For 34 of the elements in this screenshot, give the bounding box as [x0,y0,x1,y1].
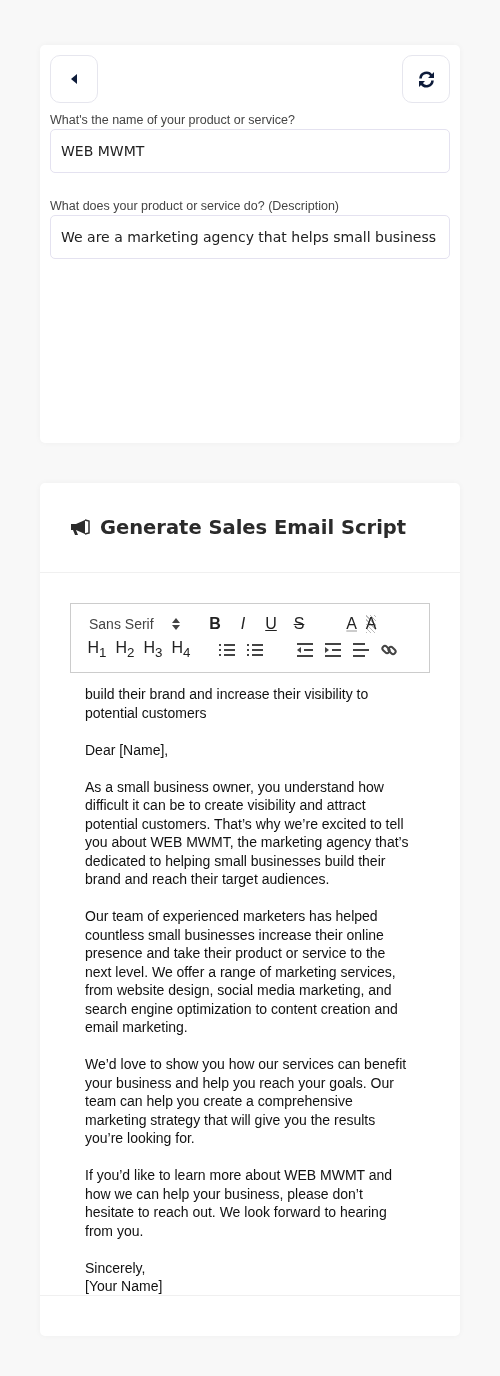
color-button[interactable]: A [313,612,357,636]
link-icon [381,642,397,658]
email-paragraph: Dear [Name], [85,740,170,759]
input-field[interactable]: We are a marketing agency that helps small business [50,215,450,259]
indent-icon [325,643,341,657]
header-button[interactable]: H$_{2}$ [111,638,139,662]
refresh-icon [417,70,435,88]
strike-button[interactable]: S [285,612,313,636]
megaphone-icon [70,519,90,536]
header-button[interactable]: H$_{3}$ [139,638,167,662]
section-title: Generate Sales Email Script [100,516,407,539]
background-button[interactable]: A [357,612,385,636]
email-paragraph: build their brand and increase their visibility to potential customers [85,685,370,722]
refresh-button[interactable] [402,55,450,103]
email-paragraph: We’d love to show you how our services can benefit your business and help you reach your goals. Our team can help you create a comprehensive marketing strategy that will give you the results you’re looking for. [85,1055,408,1148]
font-select[interactable]: Sans Serif [83,616,201,632]
header-button[interactable]: H$_{1}$ [83,638,111,662]
email-paragraph: If you’d like to learn more about WEB MWMT and how we can help your business, please don’t hesitate to reach out. We look forward to hearing from you. [85,1166,394,1240]
field-label: What does your product or service do? (Description) [50,199,340,213]
email-paragraph: As a small business owner, you understand how difficult it can be to create visibility and attract potential customers. That’s why we’re excited to tell you about WEB MWMT, the marketing agency that’s dedicated to helping small businesses build their brand and reach their target audiences. [85,777,410,889]
field-label: What's the name of your product or service? [50,113,296,127]
underline-button[interactable]: U [257,612,285,636]
ordered-list-icon [219,643,235,657]
sort-icon [171,618,180,630]
italic-button[interactable]: I [229,612,257,636]
caret-left-icon [71,74,77,84]
bold-button[interactable]: B [201,612,229,636]
bullet-list-icon [247,643,263,657]
email-paragraph: Sincerely, [Your Name] [85,1258,164,1296]
email-paragraph: Our team of experienced marketers has helped countless small businesses increase their online presence and take their product or service to the next level. We offer a range of marketing services, from website design, social media marketing, and search engine optimization to content creation and email marketing. [85,907,399,1037]
input-field[interactable]: WEB MWMT [50,129,450,173]
header-button[interactable]: H$_{4}$ [167,638,195,662]
outdent-icon [297,643,313,657]
align-left-icon [353,643,369,657]
